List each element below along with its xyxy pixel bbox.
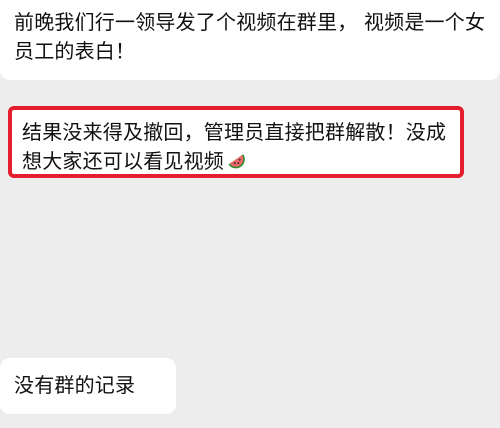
chat-message-bubble[interactable]: 没有群的记录 — [0, 358, 176, 414]
watermelon-icon — [226, 150, 248, 172]
message-text: 前晚我们行一领导发了个视频在群里， 视频是一个女员工的表白！ — [14, 10, 486, 63]
highlighted-chat-message-bubble[interactable]: 结果没来得及撤回，管理员直接把群解散！没成想大家还可以看见视频 — [8, 106, 464, 178]
message-text: 没有群的记录 — [14, 373, 136, 397]
chat-message-bubble[interactable]: 前晚我们行一领导发了个视频在群里， 视频是一个女员工的表白！ — [0, 0, 500, 80]
